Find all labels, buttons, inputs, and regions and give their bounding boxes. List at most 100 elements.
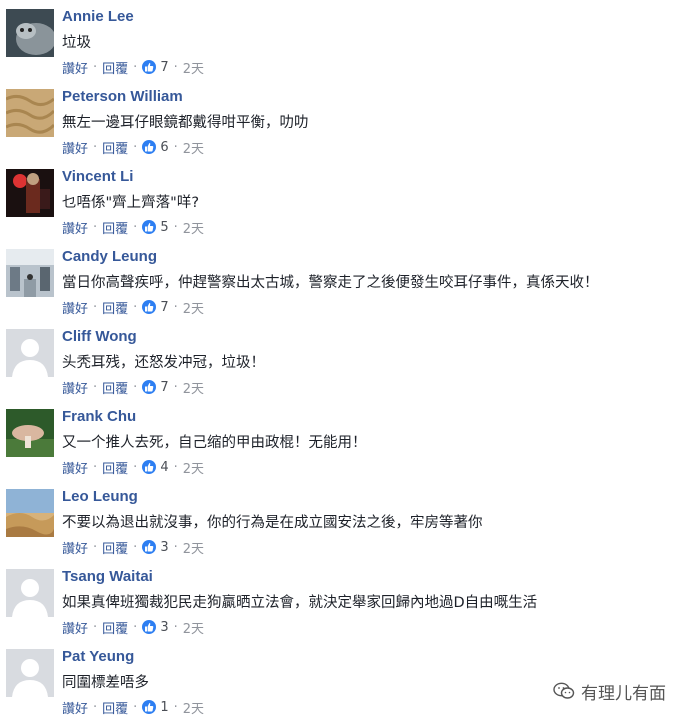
like-button[interactable]: 讚好 <box>62 698 88 717</box>
commenter-name[interactable]: Peterson William <box>62 88 183 105</box>
mall-interior-avatar <box>6 249 54 297</box>
comment-text: 不要以為退出就沒事，你的行為是在成立國安法之後，牢房等著你 <box>62 515 483 531</box>
timestamp[interactable]: 2天 <box>183 698 204 717</box>
thumbs-up-icon[interactable] <box>142 620 157 634</box>
timestamp[interactable]: 2天 <box>183 378 204 397</box>
avatar[interactable] <box>6 169 54 217</box>
like-button[interactable]: 讚好 <box>62 58 88 77</box>
like-button[interactable]: 讚好 <box>62 618 88 637</box>
like-button[interactable]: 讚好 <box>62 218 88 237</box>
commenter-name[interactable]: Tsang Waitai <box>62 568 153 585</box>
comment-item: Leo Leung 不要以為退出就沒事，你的行為是在成立國安法之後，牢房等著你 … <box>0 480 688 560</box>
thumbs-up-icon[interactable] <box>142 140 157 154</box>
comment-actions: 讚好 · 回覆 · 5 · 2天 <box>62 218 204 237</box>
avatar[interactable] <box>6 569 54 617</box>
dark-figure-avatar <box>6 169 54 217</box>
comment-actions: 讚好 · 回覆 · 4 · 2天 <box>62 458 204 477</box>
thumbs-up-icon[interactable] <box>142 220 157 234</box>
reply-button[interactable]: 回覆 <box>102 218 128 237</box>
avatar[interactable] <box>6 9 54 57</box>
separator: · <box>93 299 98 315</box>
comment-item: Cliff Wong 头秃耳残，还怒发冲冠，垃圾！ 讚好 · 回覆 · 7 · … <box>0 320 688 400</box>
commenter-name[interactable]: Frank Chu <box>62 408 136 425</box>
avatar[interactable] <box>6 489 54 537</box>
separator: · <box>93 459 98 475</box>
avatar[interactable] <box>6 329 54 377</box>
thumbs-up-icon[interactable] <box>142 460 157 474</box>
separator: · <box>133 299 138 315</box>
commenter-name[interactable]: Candy Leung <box>62 248 157 265</box>
thumbs-up-icon[interactable] <box>142 300 157 314</box>
reply-button[interactable]: 回覆 <box>102 458 128 477</box>
like-count[interactable]: 3 <box>160 620 168 635</box>
sand-texture-avatar <box>6 89 54 137</box>
separator: · <box>93 379 98 395</box>
comment-item: Vincent Li 乜唔係"齊上齊落"咩? 讚好 · 回覆 · 5 · 2天 <box>0 160 688 240</box>
separator: · <box>133 139 138 155</box>
comment-actions: 讚好 · 回覆 · 3 · 2天 <box>62 538 204 557</box>
commenter-name[interactable]: Annie Lee <box>62 8 134 25</box>
avatar[interactable] <box>6 249 54 297</box>
timestamp[interactable]: 2天 <box>183 218 204 237</box>
mushroom-avatar <box>6 409 54 457</box>
separator: · <box>173 59 178 75</box>
separator: · <box>173 459 178 475</box>
reply-button[interactable]: 回覆 <box>102 538 128 557</box>
commenter-name[interactable]: Leo Leung <box>62 488 138 505</box>
reply-button[interactable]: 回覆 <box>102 58 128 77</box>
like-count[interactable]: 1 <box>160 700 168 715</box>
reply-button[interactable]: 回覆 <box>102 138 128 157</box>
separator: · <box>173 139 178 155</box>
avatar[interactable] <box>6 409 54 457</box>
like-count[interactable]: 6 <box>160 140 168 155</box>
commenter-name[interactable]: Cliff Wong <box>62 328 137 345</box>
commenter-name[interactable]: Vincent Li <box>62 168 133 185</box>
comment-item: Peterson William 無左一邊耳仔眼鏡都戴得咁平衡，叻叻 讚好 · … <box>0 80 688 160</box>
commenter-name[interactable]: Pat Yeung <box>62 648 134 665</box>
like-count[interactable]: 7 <box>160 300 168 315</box>
like-button[interactable]: 讚好 <box>62 138 88 157</box>
separator: · <box>133 459 138 475</box>
avatar[interactable] <box>6 89 54 137</box>
comment-text: 头秃耳残，还怒发冲冠，垃圾！ <box>62 355 265 371</box>
like-count[interactable]: 5 <box>160 220 168 235</box>
separator: · <box>173 379 178 395</box>
avatar[interactable] <box>6 649 54 697</box>
timestamp[interactable]: 2天 <box>183 458 204 477</box>
thumbs-up-icon[interactable] <box>142 60 157 74</box>
like-button[interactable]: 讚好 <box>62 378 88 397</box>
timestamp[interactable]: 2天 <box>183 138 204 157</box>
separator: · <box>133 219 138 235</box>
separator: · <box>93 139 98 155</box>
separator: · <box>173 539 178 555</box>
separator: · <box>173 299 178 315</box>
comment-actions: 讚好 · 回覆 · 7 · 2天 <box>62 58 204 77</box>
like-count[interactable]: 4 <box>160 460 168 475</box>
like-count[interactable]: 7 <box>160 380 168 395</box>
comment-item: Tsang Waitai 如果真俾班獨裁犯民走狗贏晒立法會，就決定舉家回歸內地過… <box>0 560 688 640</box>
thumbs-up-icon[interactable] <box>142 700 157 714</box>
reply-button[interactable]: 回覆 <box>102 298 128 317</box>
reply-button[interactable]: 回覆 <box>102 378 128 397</box>
comment-item: Candy Leung 當日你高聲疾呼，仲趕警察出太古城，警察走了之後便發生咬耳… <box>0 240 688 320</box>
timestamp[interactable]: 2天 <box>183 298 204 317</box>
comment-item: Frank Chu 又一个推人去死，自己缩的甲由政棍！无能用！ 讚好 · 回覆 … <box>0 400 688 480</box>
reply-button[interactable]: 回覆 <box>102 698 128 717</box>
separator: · <box>93 219 98 235</box>
thumbs-up-icon[interactable] <box>142 540 157 554</box>
like-button[interactable]: 讚好 <box>62 298 88 317</box>
separator: · <box>93 59 98 75</box>
comment-text: 同圍標差唔多 <box>62 675 149 691</box>
like-button[interactable]: 讚好 <box>62 458 88 477</box>
thumbs-up-icon[interactable] <box>142 380 157 394</box>
timestamp[interactable]: 2天 <box>183 618 204 637</box>
like-button[interactable]: 讚好 <box>62 538 88 557</box>
timestamp[interactable]: 2天 <box>183 58 204 77</box>
watermark: 有理儿有面 <box>553 680 666 704</box>
like-count[interactable]: 7 <box>160 60 168 75</box>
reply-button[interactable]: 回覆 <box>102 618 128 637</box>
comment-item: Annie Lee 垃圾 讚好 · 回覆 · 7 · 2天 <box>0 0 688 80</box>
timestamp[interactable]: 2天 <box>183 538 204 557</box>
separator: · <box>133 379 138 395</box>
like-count[interactable]: 3 <box>160 540 168 555</box>
